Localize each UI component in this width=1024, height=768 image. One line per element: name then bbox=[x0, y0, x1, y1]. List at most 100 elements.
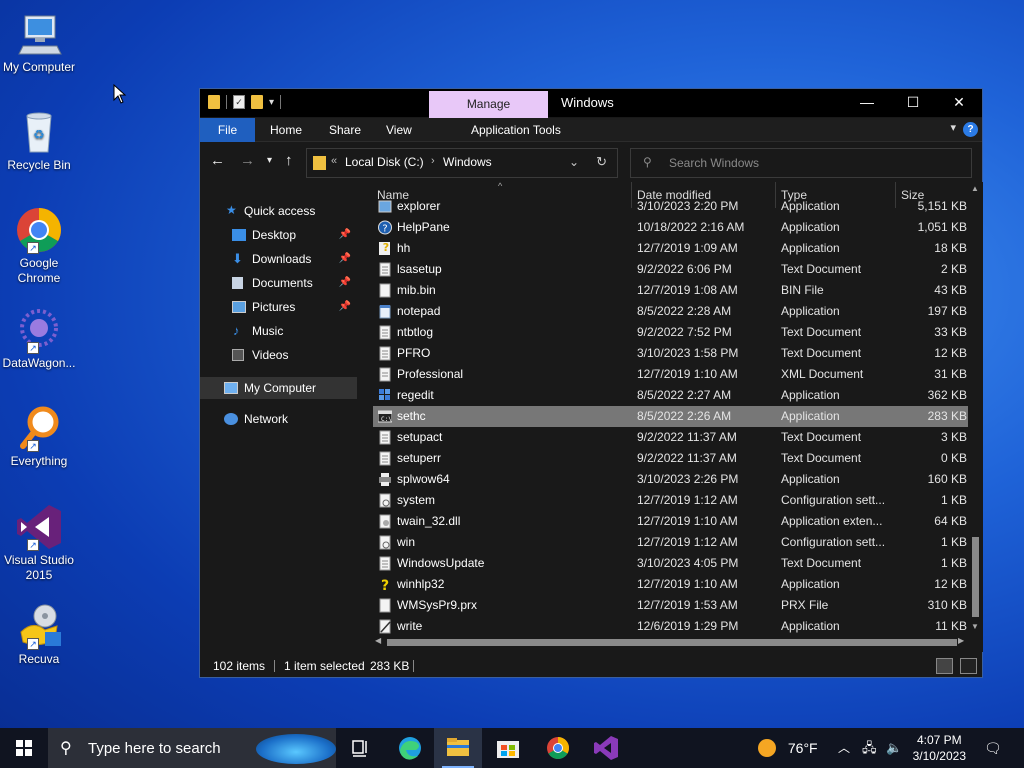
file-date-modified: 12/7/2019 1:10 AM bbox=[637, 577, 738, 591]
customize-toolbar-icon[interactable]: ▾ bbox=[269, 97, 274, 108]
tab-share[interactable]: Share bbox=[315, 118, 375, 142]
recent-locations-button[interactable]: ▾ bbox=[267, 155, 272, 166]
table-row[interactable]: splwow64 3/10/2023 2:26 PM Application 160 … bbox=[373, 469, 968, 490]
edge-icon bbox=[399, 737, 421, 760]
file-date-modified: 8/5/2022 2:26 AM bbox=[637, 409, 732, 423]
scroll-up-icon[interactable]: ▲ bbox=[971, 184, 979, 193]
table-row[interactable]: notepad 8/5/2022 2:28 AM Application 197 KB bbox=[373, 301, 968, 322]
weather-widget[interactable]: 76°F bbox=[758, 728, 818, 768]
table-row[interactable]: win 12/7/2019 1:12 AM Configuration sett..… bbox=[373, 532, 968, 553]
table-row[interactable]: C:\ sethc 8/5/2022 2:26 AM Application 283 K… bbox=[373, 406, 968, 427]
table-row[interactable]: explorer 3/10/2023 2:20 PM Application 5,15… bbox=[373, 196, 968, 217]
breadcrumb-local-disk[interactable]: Local Disk (C:) bbox=[345, 155, 424, 169]
scroll-left-icon[interactable]: ◀ bbox=[375, 636, 381, 645]
quick-access-toolbar: ✓ ▾ bbox=[208, 95, 282, 109]
new-folder-icon[interactable] bbox=[251, 95, 263, 109]
file-date-modified: 12/7/2019 1:08 AM bbox=[637, 283, 738, 297]
breadcrumb-windows[interactable]: Windows bbox=[443, 155, 492, 169]
tab-view[interactable]: View bbox=[372, 118, 426, 142]
printer-icon bbox=[379, 473, 391, 486]
start-button[interactable] bbox=[0, 728, 48, 768]
tab-application-tools[interactable]: Application Tools bbox=[457, 118, 575, 142]
search-box[interactable]: ⚲ bbox=[630, 148, 972, 178]
pin-icon[interactable]: 📌 bbox=[339, 224, 351, 246]
nav-videos[interactable]: Videos bbox=[200, 344, 357, 366]
volume-icon[interactable]: 🔈 bbox=[886, 728, 902, 768]
close-button[interactable]: ✕ bbox=[936, 89, 982, 117]
vertical-scrollbar[interactable]: ▲ ▼ bbox=[968, 182, 983, 634]
table-row[interactable]: setupact 9/2/2022 11:37 AM Text Document 3 … bbox=[373, 427, 968, 448]
table-row[interactable]: regedit 8/5/2022 2:27 AM Application 362 KB bbox=[373, 385, 968, 406]
tab-home[interactable]: Home bbox=[256, 118, 316, 142]
scrollbar-thumb[interactable] bbox=[387, 639, 957, 646]
table-row[interactable]: mib.bin 12/7/2019 1:08 AM BIN File 43 KB bbox=[373, 280, 968, 301]
up-button[interactable]: ↑ bbox=[285, 152, 293, 169]
table-row[interactable]: twain_32.dll 12/7/2019 1:10 AM Application… bbox=[373, 511, 968, 532]
nav-downloads[interactable]: ⬇ Downloads 📌 bbox=[200, 248, 357, 270]
file-date-modified: 12/7/2019 1:12 AM bbox=[637, 535, 738, 549]
nav-pictures[interactable]: Pictures 📌 bbox=[200, 296, 357, 318]
address-bar[interactable]: « Local Disk (C:) › Windows ⌄ ↻ bbox=[306, 148, 618, 178]
table-row[interactable]: Professional 12/7/2019 1:10 AM XML Documen… bbox=[373, 364, 968, 385]
forward-button[interactable]: → bbox=[240, 152, 255, 169]
properties-icon[interactable]: ✓ bbox=[233, 95, 245, 109]
nav-my-computer[interactable]: My Computer bbox=[200, 377, 357, 399]
scroll-right-icon[interactable]: ▶ bbox=[958, 636, 964, 645]
desktop-icon-datawagon[interactable]: ↗ DataWagon... bbox=[0, 306, 78, 371]
desktop-icon-recycle-bin[interactable]: ♻ Recycle Bin bbox=[0, 108, 78, 173]
table-row[interactable]: ? hh 12/7/2019 1:09 AM Application 18 KB bbox=[373, 238, 968, 259]
table-row[interactable]: setuperr 9/2/2022 11:37 AM Text Document 0 … bbox=[373, 448, 968, 469]
title-bar[interactable]: ✓ ▾ Manage Windows — ☐ ✕ bbox=[200, 89, 982, 118]
pin-icon[interactable]: 📌 bbox=[339, 248, 351, 270]
expand-ribbon-icon[interactable]: ▾ bbox=[950, 121, 956, 134]
details-view-icon[interactable] bbox=[936, 658, 953, 674]
pin-icon[interactable]: 📌 bbox=[339, 272, 351, 294]
scrollbar-thumb[interactable] bbox=[972, 537, 979, 617]
file-name: ntbtlog bbox=[397, 325, 434, 339]
taskbar-search[interactable]: ⚲ Type here to search bbox=[48, 728, 336, 768]
clock[interactable]: 4:07 PM 3/10/2023 bbox=[913, 732, 966, 764]
help-icon[interactable]: ? bbox=[963, 122, 978, 137]
nav-desktop[interactable]: Desktop 📌 bbox=[200, 224, 357, 246]
table-row[interactable]: ? winhlp32 12/7/2019 1:10 AM Application 12 … bbox=[373, 574, 968, 595]
scroll-down-icon[interactable]: ▼ bbox=[971, 622, 979, 631]
table-row[interactable]: lsasetup 9/2/2022 6:06 PM Text Document 2 K… bbox=[373, 259, 968, 280]
tray-chevron-icon[interactable]: ︿ bbox=[838, 728, 850, 768]
table-row[interactable]: system 12/7/2019 1:12 AM Configuration set… bbox=[373, 490, 968, 511]
tab-file[interactable]: File bbox=[200, 118, 255, 142]
table-row[interactable]: ? HelpPane 10/18/2022 2:16 AM Application 1,… bbox=[373, 217, 968, 238]
pin-icon[interactable]: 📌 bbox=[339, 296, 351, 318]
refresh-icon[interactable]: ↻ bbox=[596, 154, 607, 170]
table-row[interactable]: ntbtlog 9/2/2022 7:52 PM Text Document 33 K… bbox=[373, 322, 968, 343]
table-row[interactable]: WMSysPr9.prx 12/7/2019 1:53 AM PRX File 310… bbox=[373, 595, 968, 616]
desktop-icon-my-computer[interactable]: My Computer bbox=[0, 10, 78, 75]
table-row[interactable]: WindowsUpdate 3/10/2023 4:05 PM Text Docum… bbox=[373, 553, 968, 574]
desktop-icon-visual-studio[interactable]: ↗ Visual Studio 2015 bbox=[0, 503, 78, 583]
taskbar-edge[interactable] bbox=[386, 728, 434, 768]
nav-quick-access[interactable]: ★ Quick access bbox=[200, 200, 357, 222]
file-date-modified: 12/7/2019 1:12 AM bbox=[637, 493, 738, 507]
taskbar-visual-studio[interactable] bbox=[582, 728, 630, 768]
tab-manage[interactable]: Manage bbox=[429, 91, 548, 118]
back-button[interactable]: ← bbox=[210, 152, 225, 169]
desktop-icon-everything[interactable]: ↗ Everything bbox=[0, 404, 78, 469]
taskbar-store[interactable] bbox=[484, 728, 532, 768]
task-view-button[interactable] bbox=[336, 728, 384, 768]
nav-music[interactable]: ♪ Music bbox=[200, 320, 357, 342]
large-icons-view-icon[interactable] bbox=[960, 658, 977, 674]
minimize-button[interactable]: — bbox=[844, 89, 890, 117]
network-tray-icon[interactable]: 🖧 bbox=[862, 728, 877, 768]
table-row[interactable]: PFRO 3/10/2023 1:58 PM Text Document 12 KB bbox=[373, 343, 968, 364]
nav-network[interactable]: Network bbox=[200, 408, 357, 430]
taskbar-file-explorer[interactable] bbox=[434, 728, 482, 768]
desktop-icon-recuva[interactable]: ↗ Recuva bbox=[0, 602, 78, 667]
nav-documents[interactable]: Documents 📌 bbox=[200, 272, 357, 294]
search-input[interactable] bbox=[669, 153, 959, 173]
horizontal-scrollbar[interactable]: ◀ ▶ bbox=[373, 634, 968, 650]
status-bar: 102 items 1 item selected 283 KB bbox=[200, 655, 982, 677]
taskbar-chrome[interactable] bbox=[534, 728, 582, 768]
desktop-icon-google-chrome[interactable]: ↗ Google Chrome bbox=[0, 206, 78, 286]
maximize-button[interactable]: ☐ bbox=[890, 89, 936, 117]
address-dropdown-icon[interactable]: ⌄ bbox=[569, 155, 579, 169]
notifications-icon[interactable]: 🗨 bbox=[984, 728, 1002, 768]
